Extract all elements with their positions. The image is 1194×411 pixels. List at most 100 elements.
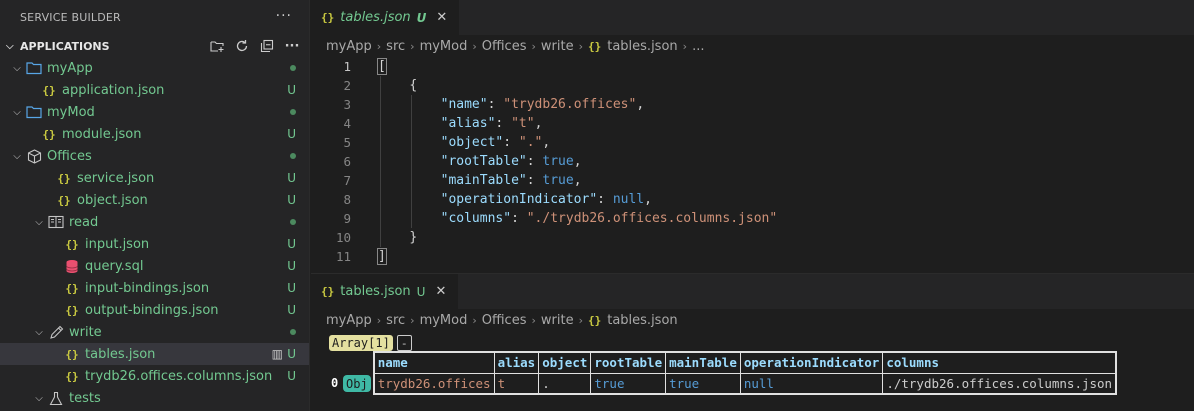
line-number: 7: [343, 173, 351, 188]
tree-item-service-json[interactable]: {} service.json U: [0, 167, 309, 189]
table-cell[interactable]: true: [665, 372, 741, 395]
tree-item-label: input.json: [85, 236, 150, 252]
json-icon: {}: [321, 285, 335, 298]
table-cell[interactable]: trydb26.offices: [373, 372, 495, 395]
chevron-down-icon[interactable]: ⌵: [9, 151, 25, 162]
git-status-badge: U: [287, 369, 296, 383]
breadcrumb-item[interactable]: myApp: [326, 39, 372, 54]
breadcrumb-item[interactable]: tables.json: [607, 39, 677, 54]
chevron-down-icon[interactable]: ⌵: [31, 217, 47, 228]
close-icon[interactable]: ✕: [436, 10, 447, 25]
code-line[interactable]: 4 "alias": "t",: [311, 114, 1194, 133]
tab-preview-tables-json[interactable]: {} tables.json U ✕: [311, 274, 459, 309]
code-line[interactable]: 3 "name": "trydb26.offices",: [311, 95, 1194, 114]
breadcrumb-item[interactable]: ...: [692, 39, 704, 54]
tab-status: U: [416, 284, 426, 299]
table-cell[interactable]: t: [493, 372, 540, 395]
tree-item-myapp[interactable]: ⌵ myApp: [0, 57, 309, 79]
section-header-applications[interactable]: ⌵ APPLICATIONS ···: [0, 35, 309, 57]
tree-item-label: write: [69, 324, 102, 340]
chevron-down-icon[interactable]: ⌵: [0, 41, 20, 52]
preview-table: name alias object rootTable mainTable operati…: [372, 351, 1118, 395]
refresh-icon[interactable]: [233, 37, 251, 55]
tree-item-query-sql[interactable]: query.sql U: [0, 255, 309, 277]
code-line[interactable]: 7 "mainTable": true,: [311, 171, 1194, 190]
git-status-badge: U: [287, 281, 296, 295]
tree-item-label: object.json: [77, 192, 148, 208]
code-text: "name": "trydb26.offices",: [440, 97, 645, 112]
json-icon: {}: [65, 281, 79, 295]
code-line[interactable]: 11]: [311, 247, 1194, 266]
code-line[interactable]: 9 "columns": "./trydb26.offices.columns.…: [311, 209, 1194, 228]
more-icon[interactable]: ···: [283, 37, 301, 55]
breadcrumb-separator-icon: ›: [472, 313, 477, 327]
editor-area: {} tables.json U ✕ myApp › src › myMod › Offic…: [311, 0, 1194, 411]
tree-item-output-bindings-json[interactable]: {} output-bindings.json U: [0, 299, 309, 321]
breadcrumb-separator-icon: ›: [410, 313, 415, 327]
tree-item-mymod[interactable]: ⌵ myMod: [0, 101, 309, 123]
tree-item-application-json[interactable]: {} application.json U: [0, 79, 309, 101]
open-preview-icon[interactable]: ▥: [272, 347, 283, 361]
json-icon: {}: [587, 39, 602, 53]
pencil-icon: [47, 324, 65, 340]
tree-item-label: tests: [69, 390, 101, 406]
table-cell[interactable]: null: [739, 372, 884, 395]
tree-item-write[interactable]: ⌵ write: [0, 321, 309, 343]
tab-label: tables.json: [340, 284, 411, 299]
chevron-down-icon[interactable]: ⌵: [31, 393, 47, 404]
breadcrumb-item[interactable]: write: [541, 39, 574, 54]
code-line[interactable]: 1[: [311, 57, 1194, 76]
tree-item-tables-json[interactable]: {} tables.json ▥ U: [0, 343, 309, 365]
collapse-button[interactable]: -: [396, 335, 412, 351]
indent-guide: [380, 76, 381, 247]
breadcrumb-item[interactable]: myApp: [326, 313, 372, 328]
tree-item-label: input-bindings.json: [85, 280, 210, 296]
breadcrumb-item[interactable]: src: [386, 39, 405, 54]
table-cell[interactable]: true: [590, 372, 667, 395]
preview-table-wrap: 0 Obj name alias object rootTable mainTable o…: [331, 351, 1118, 395]
tree-item-trydb26-offices-columns-json[interactable]: {} trydb26.offices.columns.json U: [0, 365, 309, 387]
code-line[interactable]: 10 }: [311, 228, 1194, 247]
tree-item-offices[interactable]: ⌵ Offices: [0, 145, 309, 167]
tree-item-module-json[interactable]: {} module.json U: [0, 123, 309, 145]
chevron-down-icon[interactable]: ⌵: [9, 107, 25, 118]
line-number: 10: [335, 230, 351, 245]
close-icon[interactable]: ✕: [435, 284, 446, 299]
tree-item-tests[interactable]: ⌵ tests: [0, 387, 309, 409]
tree-item-label: module.json: [62, 126, 142, 142]
breadcrumb-separator-icon: ›: [410, 39, 415, 53]
obj-badge[interactable]: Obj: [343, 375, 371, 392]
code-line[interactable]: 2 {: [311, 76, 1194, 95]
tree-item-label: output-bindings.json: [85, 302, 219, 318]
preview-breadcrumb: myApp › src › myMod › Offices › write › {} tables.j…: [311, 309, 1194, 331]
breadcrumb-item[interactable]: Offices: [482, 39, 527, 54]
code-line[interactable]: 8 "operationIndicator": null,: [311, 190, 1194, 209]
section-actions: ···: [208, 37, 301, 55]
tree-item-object-json[interactable]: {} object.json U: [0, 189, 309, 211]
new-folder-icon[interactable]: [208, 37, 226, 55]
sidebar-title-text: SERVICE BUILDER: [20, 11, 121, 24]
chevron-down-icon[interactable]: ⌵: [9, 63, 25, 74]
breadcrumb-item[interactable]: write: [541, 313, 574, 328]
breadcrumb-item[interactable]: Offices: [482, 313, 527, 328]
breadcrumb-item[interactable]: tables.json: [607, 313, 677, 328]
tree-item-input-json[interactable]: {} input.json U: [0, 233, 309, 255]
code-line[interactable]: 5 "object": ".",: [311, 133, 1194, 152]
table-header-cell: columns: [882, 351, 1117, 374]
code-line[interactable]: 6 "rootTable": true,: [311, 152, 1194, 171]
breadcrumb-separator-icon: ›: [531, 313, 536, 327]
array-badge[interactable]: Array[1]: [329, 335, 393, 351]
breadcrumb-item[interactable]: src: [386, 313, 405, 328]
table-cell[interactable]: ./trydb26.offices.columns.json: [882, 372, 1117, 395]
tab-tables-json[interactable]: {} tables.json U ✕: [311, 0, 460, 35]
table-cell[interactable]: .: [538, 372, 592, 395]
tree-item-read[interactable]: ⌵ read: [0, 211, 309, 233]
collapse-all-icon[interactable]: [258, 37, 276, 55]
explorer-sidebar: SERVICE BUILDER ··· ⌵ APPLICATIONS ··· ⌵…: [0, 0, 310, 411]
breadcrumb-item[interactable]: myMod: [420, 39, 468, 54]
chevron-down-icon[interactable]: ⌵: [31, 327, 47, 338]
code-editor[interactable]: 1[2 {3 "name": "trydb26.offices", 4 "alia…: [311, 57, 1194, 267]
tree-item-input-bindings-json[interactable]: {} input-bindings.json U: [0, 277, 309, 299]
more-actions-icon[interactable]: ···: [276, 8, 292, 24]
breadcrumb-item[interactable]: myMod: [420, 313, 468, 328]
